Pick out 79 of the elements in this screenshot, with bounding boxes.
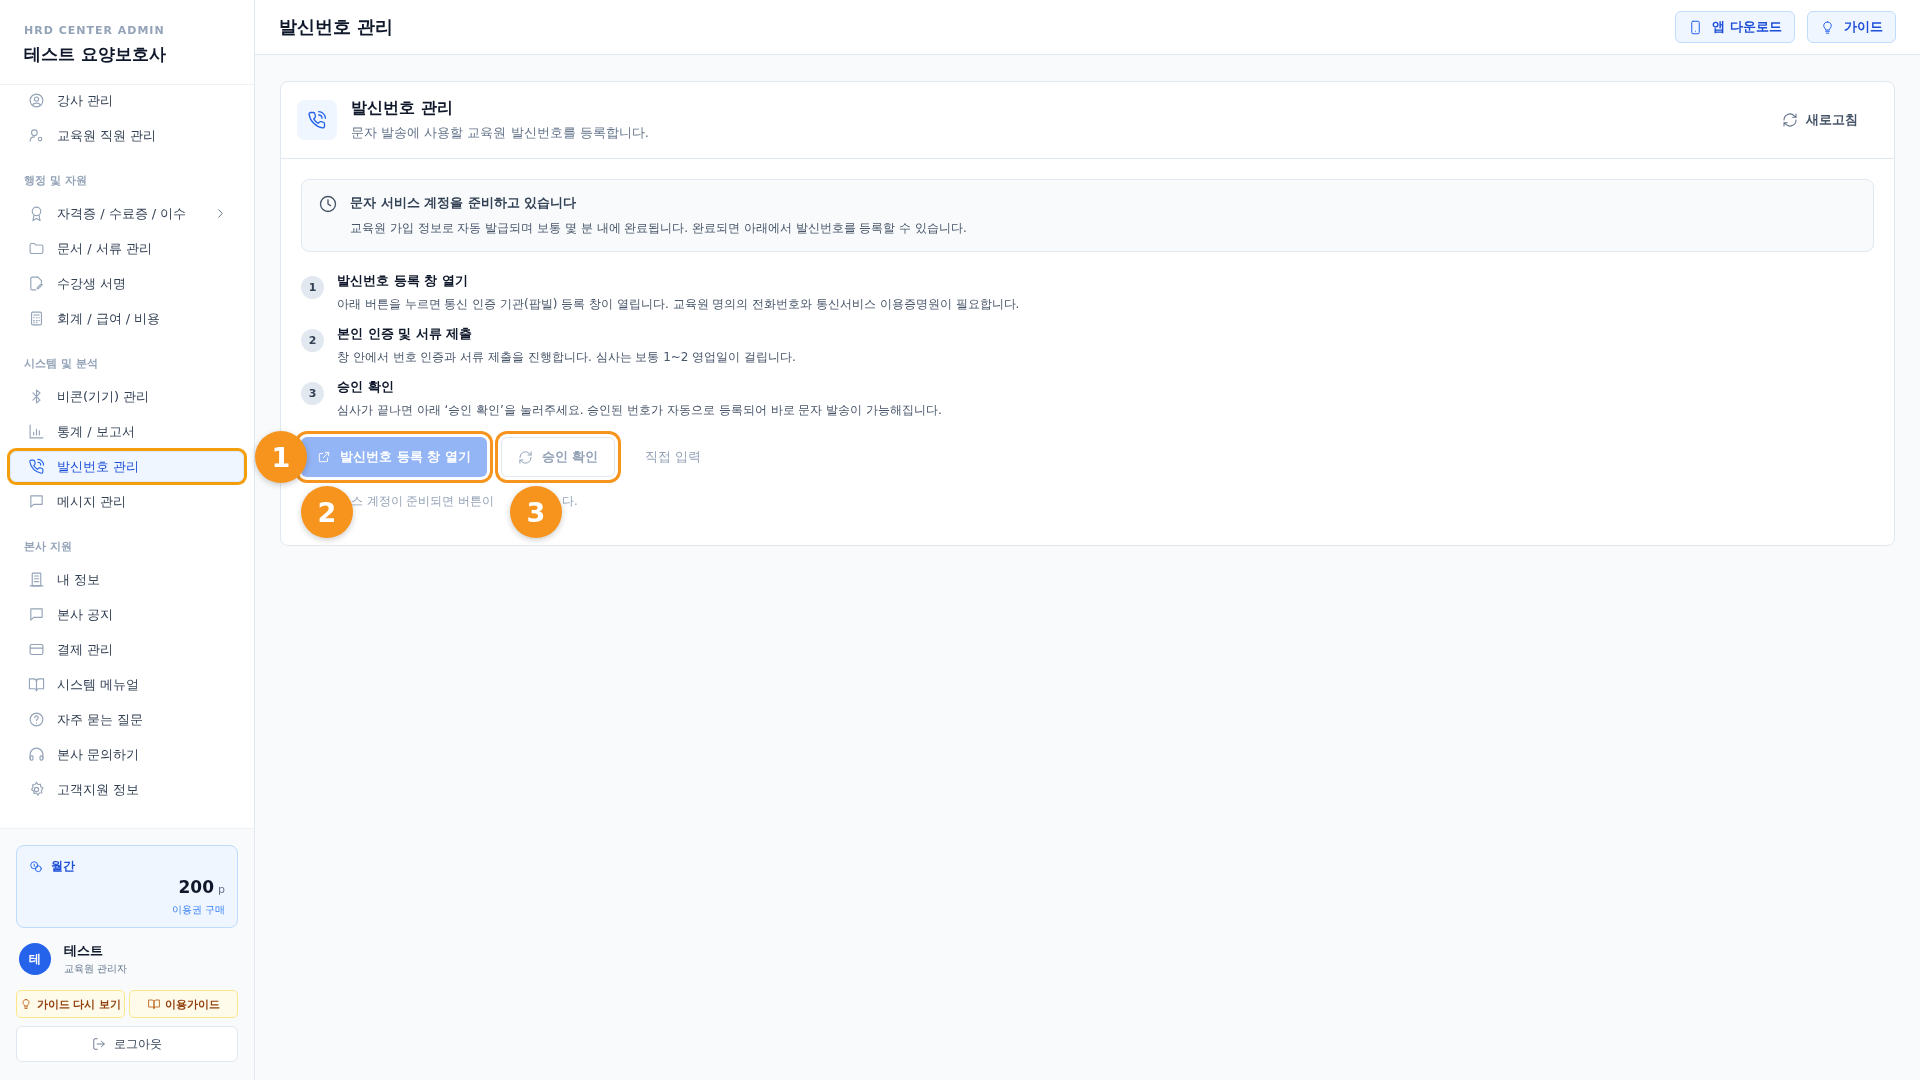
sidebar-item[interactable]: 비콘(기기) 관리 <box>10 381 244 412</box>
user-name: 테스트 <box>64 942 104 960</box>
clock-icon <box>318 194 338 214</box>
folder-icon <box>28 240 45 257</box>
book-icon <box>147 998 160 1010</box>
logout-icon <box>92 1037 106 1051</box>
phone-icon <box>307 110 327 130</box>
step-marker: 1 <box>255 431 307 483</box>
card-subtitle: 문자 발송에 사용할 교육원 발신번호를 등록합니다. <box>351 124 649 142</box>
step-description: 심사가 끝나면 아래 ‘승인 확인’을 눌러주세요. 승인된 번호가 자동으로 등록되어 바로 문자 발송이 가능해집니다. <box>337 402 942 419</box>
book-icon <box>28 676 45 693</box>
lightbulb-icon <box>1820 19 1835 35</box>
bar-chart-icon <box>28 423 45 440</box>
phone-icon <box>28 458 45 475</box>
sidebar-item[interactable]: 고객지원 정보 <box>10 774 244 805</box>
section-label: 행정 및 자원 <box>23 173 88 189</box>
step-number: 2 <box>301 329 324 352</box>
help-icon <box>28 711 45 728</box>
guide-button[interactable]: 가이드 다시 보기 <box>16 990 125 1018</box>
coins-icon <box>29 859 43 874</box>
notice-title: 문자 서비스 계정을 준비하고 있습니다 <box>350 194 578 212</box>
organization-name: 테스트 요양보호사 <box>24 43 167 66</box>
guide-button[interactable]: 가이드 <box>1807 11 1896 43</box>
sidebar-item[interactable]: 강사 관리 <box>10 85 244 116</box>
refresh-icon <box>1782 112 1798 128</box>
sidebar-item[interactable]: 교육원 직원 관리 <box>10 120 244 151</box>
external-link-icon <box>317 450 331 464</box>
sidebar-item[interactable]: 본사 공지 <box>10 599 244 630</box>
points-amount: 200 <box>178 877 214 897</box>
step-description: 창 안에서 번호 인증과 서류 제출을 진행합니다. 심사는 보통 1~2 영업일이 걸립니다. <box>337 349 796 366</box>
sidebar-item[interactable]: 결제 관리 <box>10 634 244 665</box>
card-title: 발신번호 관리 <box>351 98 454 119</box>
sidebar-item[interactable]: 본사 문의하기 <box>10 739 244 770</box>
lightbulb-icon <box>19 998 32 1010</box>
step-title: 발신번호 등록 창 열기 <box>337 272 469 290</box>
chat-icon <box>28 606 45 623</box>
plan-label: 월간 <box>51 858 75 875</box>
sidebar-item[interactable]: 시스템 메뉴얼 <box>10 669 244 700</box>
step-title: 승인 확인 <box>337 378 395 396</box>
sidebar-item[interactable]: 자격증 / 수료증 / 이수 <box>10 198 244 229</box>
user-avatar: 테 <box>19 943 51 975</box>
page-title: 발신번호 관리 <box>279 15 394 39</box>
sidebar-item[interactable]: 수강생 서명 <box>10 268 244 299</box>
logout-button[interactable]: 로그아웃 <box>16 1026 238 1062</box>
brand-label: HRD CENTER ADMIN <box>24 24 166 37</box>
building-icon <box>28 571 45 588</box>
user-gear-icon <box>28 127 45 144</box>
notice-text: 교육원 가입 정보로 자동 발급되며 보통 몇 분 내에 완료됩니다. 완료되면 아래에서 발신번호를 등록할 수 있습니다. <box>350 220 967 237</box>
refresh-button[interactable]: 새로고침 <box>1776 110 1864 130</box>
credit-card-icon <box>28 641 45 658</box>
sidebar-item[interactable]: 통계 / 보고서 <box>10 416 244 447</box>
user-role: 교육원 관리자 <box>64 962 128 976</box>
hint-text: 다. <box>561 493 578 509</box>
refresh-icon <box>517 449 533 465</box>
points-unit: p <box>218 883 225 896</box>
step-number: 3 <box>301 382 324 405</box>
step-description: 아래 버튼을 누르면 통신 인증 기관(팝빌) 등록 창이 열립니다. 교육원 명의의 전화번호와 통신서비스 이용증명원이 필요합니다. <box>337 296 1020 313</box>
sidebar-item[interactable]: 문서 / 서류 관리 <box>10 233 244 264</box>
sidebar-item[interactable]: 내 정보 <box>10 564 244 595</box>
guide-button[interactable]: 이용가이드 <box>129 990 238 1018</box>
headphones-icon <box>28 746 45 763</box>
calculator-icon <box>28 310 45 327</box>
hint-text: 스 계정이 준비되면 버튼이 <box>351 493 494 509</box>
sidebar-item[interactable]: 자주 묻는 질문 <box>10 704 244 735</box>
app-download-button[interactable]: 앱 다운로드 <box>1675 11 1795 43</box>
step-title: 본인 인증 및 서류 제출 <box>337 325 474 343</box>
purchase-link[interactable]: 이용권 구매 <box>171 903 225 917</box>
step-marker: 2 <box>301 486 353 538</box>
user-icon <box>28 92 45 109</box>
step-number: 1 <box>301 276 324 299</box>
section-label: 본사 지원 <box>23 539 73 555</box>
step-marker: 3 <box>509 486 562 538</box>
sidebar-item[interactable]: 메시지 관리 <box>10 486 244 517</box>
settings-icon <box>28 781 45 798</box>
sidebar-item[interactable]: 발신번호 관리 <box>10 451 244 482</box>
chat-icon <box>28 493 45 510</box>
section-label: 시스템 및 분석 <box>23 356 99 372</box>
sidebar-item[interactable]: 회계 / 급여 / 비용 <box>10 303 244 334</box>
file-pen-icon <box>28 275 45 292</box>
